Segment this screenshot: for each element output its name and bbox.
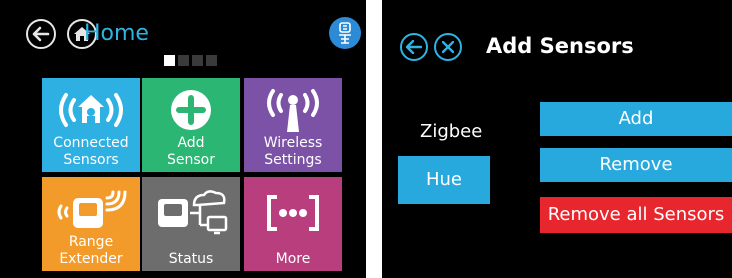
connected-sensors-icon (42, 84, 140, 136)
page-title: Home (84, 21, 149, 46)
back-arrow-icon (406, 40, 422, 54)
page-dot (178, 55, 189, 66)
page-dot (192, 55, 203, 66)
add-button[interactable]: Add (540, 102, 732, 136)
tile-label: Status (168, 251, 214, 267)
tile-label: Sensors (63, 152, 119, 168)
range-extender-icon (42, 185, 140, 237)
protocol-option-hue[interactable]: Hue (398, 156, 490, 204)
back-button[interactable] (26, 19, 56, 49)
tile-wireless-settings[interactable]: Wireless Settings (244, 78, 342, 172)
tile-label: Sensor (167, 152, 215, 168)
page-title: Add Sensors (486, 34, 634, 58)
page-dot (164, 55, 175, 66)
tile-label: Connected (53, 135, 129, 151)
tile-label: Add (177, 135, 205, 151)
tile-more[interactable]: More (244, 177, 342, 271)
user-profile-icon (339, 22, 351, 44)
tile-range-extender[interactable]: Range Extender (42, 177, 140, 271)
tile-label: Wireless (263, 135, 323, 151)
close-button[interactable] (434, 33, 462, 61)
tile-label: Settings (264, 152, 322, 168)
back-button[interactable] (400, 33, 428, 61)
wireless-icon (244, 84, 342, 136)
add-sensors-screen: Add Sensors Zigbee Hue Add Remove Remove… (382, 0, 732, 278)
more-icon (244, 187, 342, 239)
home-screen: Home Connected Sensors Add Sensor Wirele… (0, 0, 366, 278)
profile-button[interactable] (329, 17, 361, 49)
page-dot (206, 55, 217, 66)
tile-status[interactable]: Status (142, 177, 240, 271)
add-icon (142, 84, 240, 136)
remove-all-sensors-button[interactable]: Remove all Sensors (540, 197, 732, 233)
tile-label: Range (68, 234, 114, 250)
tile-label: Extender (59, 251, 123, 267)
tile-connected-sensors[interactable]: Connected Sensors (42, 78, 140, 172)
page-indicator (164, 55, 217, 66)
tile-add-sensor[interactable]: Add Sensor (142, 78, 240, 172)
back-arrow-icon (32, 26, 50, 42)
remove-button[interactable]: Remove (540, 148, 732, 182)
protocol-option-zigbee[interactable]: Zigbee (420, 120, 500, 144)
close-icon (442, 41, 454, 53)
tile-label: More (275, 251, 311, 267)
status-icon (142, 187, 240, 239)
